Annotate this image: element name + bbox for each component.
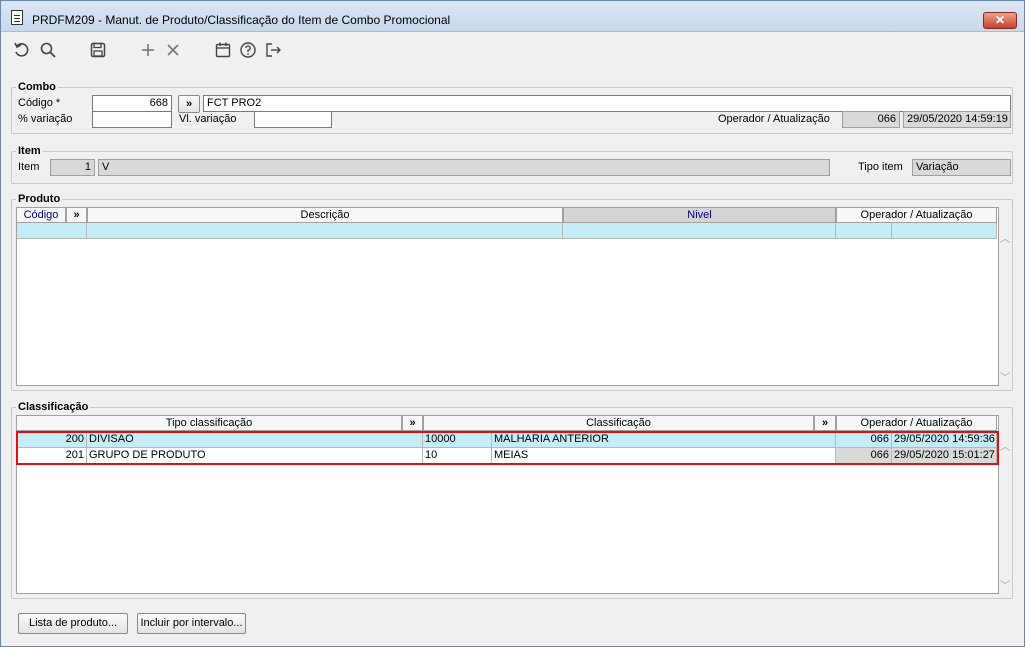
atualizacao-field: 29/05/2020 14:59:19 — [903, 111, 1011, 128]
classificacao-scroll-up-icon[interactable]: ︿ — [1000, 438, 1010, 453]
produto-header-operador[interactable]: Operador / Atualização — [836, 207, 997, 223]
combo-description-field: FCT PRO2 — [203, 95, 1011, 112]
class-row-tipo[interactable]: DIVISAO — [87, 432, 423, 448]
produto-header-codigo[interactable]: Código — [16, 207, 66, 223]
window-title: PRDFM209 - Manut. de Produto/Classificaç… — [32, 13, 451, 27]
class-row-class-code[interactable]: 10 — [423, 448, 492, 464]
produto-row-cell-codigo[interactable] — [17, 223, 87, 239]
calendar-icon[interactable] — [213, 40, 233, 60]
produto-header-descricao[interactable]: Descrição — [87, 207, 563, 223]
tipo-item-label: Tipo item — [858, 161, 903, 173]
class-row-class-desc[interactable]: MEIAS — [492, 448, 836, 464]
produto-row-cell-nivel[interactable] — [563, 223, 836, 239]
document-icon — [11, 10, 23, 25]
item-label: Item — [18, 161, 40, 173]
produto-scroll-up-icon[interactable]: ︿ — [1000, 230, 1010, 245]
class-row-operador[interactable]: 066 — [836, 448, 892, 464]
codigo-lookup-button[interactable]: » — [178, 95, 200, 113]
main-window: PRDFM209 - Manut. de Produto/Classificaç… — [0, 0, 1025, 647]
produto-header-nivel[interactable]: Nivel — [563, 207, 836, 223]
class-row-code[interactable]: 200 — [17, 432, 87, 448]
save-icon[interactable] — [88, 40, 108, 60]
toolbar — [1, 34, 1024, 64]
vl-variacao-input[interactable] — [254, 111, 332, 128]
pct-variacao-label: % variação — [18, 113, 73, 125]
classificacao-header-operador[interactable]: Operador / Atualização — [836, 415, 997, 431]
help-icon[interactable] — [238, 40, 258, 60]
class-row-class-desc[interactable]: MALHARIA ANTERIOR — [492, 432, 836, 448]
close-button[interactable]: ✕ — [983, 12, 1017, 29]
classificacao-header-lookup-class[interactable]: » — [814, 415, 836, 431]
item-description-field: V — [98, 159, 830, 176]
codigo-label: Código * — [18, 97, 61, 109]
classificacao-group-title: Classificação — [16, 401, 91, 413]
class-row-data[interactable]: 29/05/2020 15:01:27 — [892, 448, 997, 464]
lista-produto-button[interactable]: Lista de produto... — [18, 613, 128, 634]
operador-field: 066 — [842, 111, 900, 128]
combo-group-title: Combo — [16, 81, 58, 93]
produto-scroll-down-icon[interactable]: ﹀ — [1000, 369, 1010, 384]
classificacao-header-lookup-tipo[interactable]: » — [402, 415, 423, 431]
item-number-field: 1 — [50, 159, 95, 176]
produto-row-cell-operador[interactable] — [836, 223, 892, 239]
produto-header-lookup[interactable]: » — [66, 207, 87, 223]
add-icon[interactable] — [138, 40, 158, 60]
incluir-intervalo-button[interactable]: Incluir por intervalo... — [137, 613, 246, 634]
classificacao-header-classificacao[interactable]: Classificação — [423, 415, 814, 431]
tipo-item-field: Variação — [912, 159, 1011, 176]
undo-icon[interactable] — [12, 40, 32, 60]
search-icon[interactable] — [38, 40, 58, 60]
codigo-input[interactable]: 668 — [92, 95, 172, 112]
vl-variacao-label: Vl. variação — [179, 113, 237, 125]
produto-row-cell-atualizacao[interactable] — [892, 223, 997, 239]
class-row-data[interactable]: 29/05/2020 14:59:36 — [892, 432, 997, 448]
class-row-operador[interactable]: 066 — [836, 432, 892, 448]
delete-icon[interactable] — [163, 40, 183, 60]
class-row-class-code[interactable]: 10000 — [423, 432, 492, 448]
class-row-code[interactable]: 201 — [17, 448, 87, 464]
classificacao-header-tipo[interactable]: Tipo classificação — [16, 415, 402, 431]
operador-atualizacao-label: Operador / Atualização — [718, 113, 830, 125]
title-bar: PRDFM209 - Manut. de Produto/Classificaç… — [1, 1, 1024, 32]
produto-row-cell-descricao[interactable] — [87, 223, 563, 239]
class-row-tipo[interactable]: GRUPO DE PRODUTO — [87, 448, 423, 464]
classificacao-scroll-down-icon[interactable]: ﹀ — [1000, 577, 1010, 592]
produto-group-title: Produto — [16, 193, 63, 205]
pct-variacao-input[interactable] — [92, 111, 172, 128]
item-group-title: Item — [16, 145, 43, 157]
exit-icon[interactable] — [263, 40, 283, 60]
